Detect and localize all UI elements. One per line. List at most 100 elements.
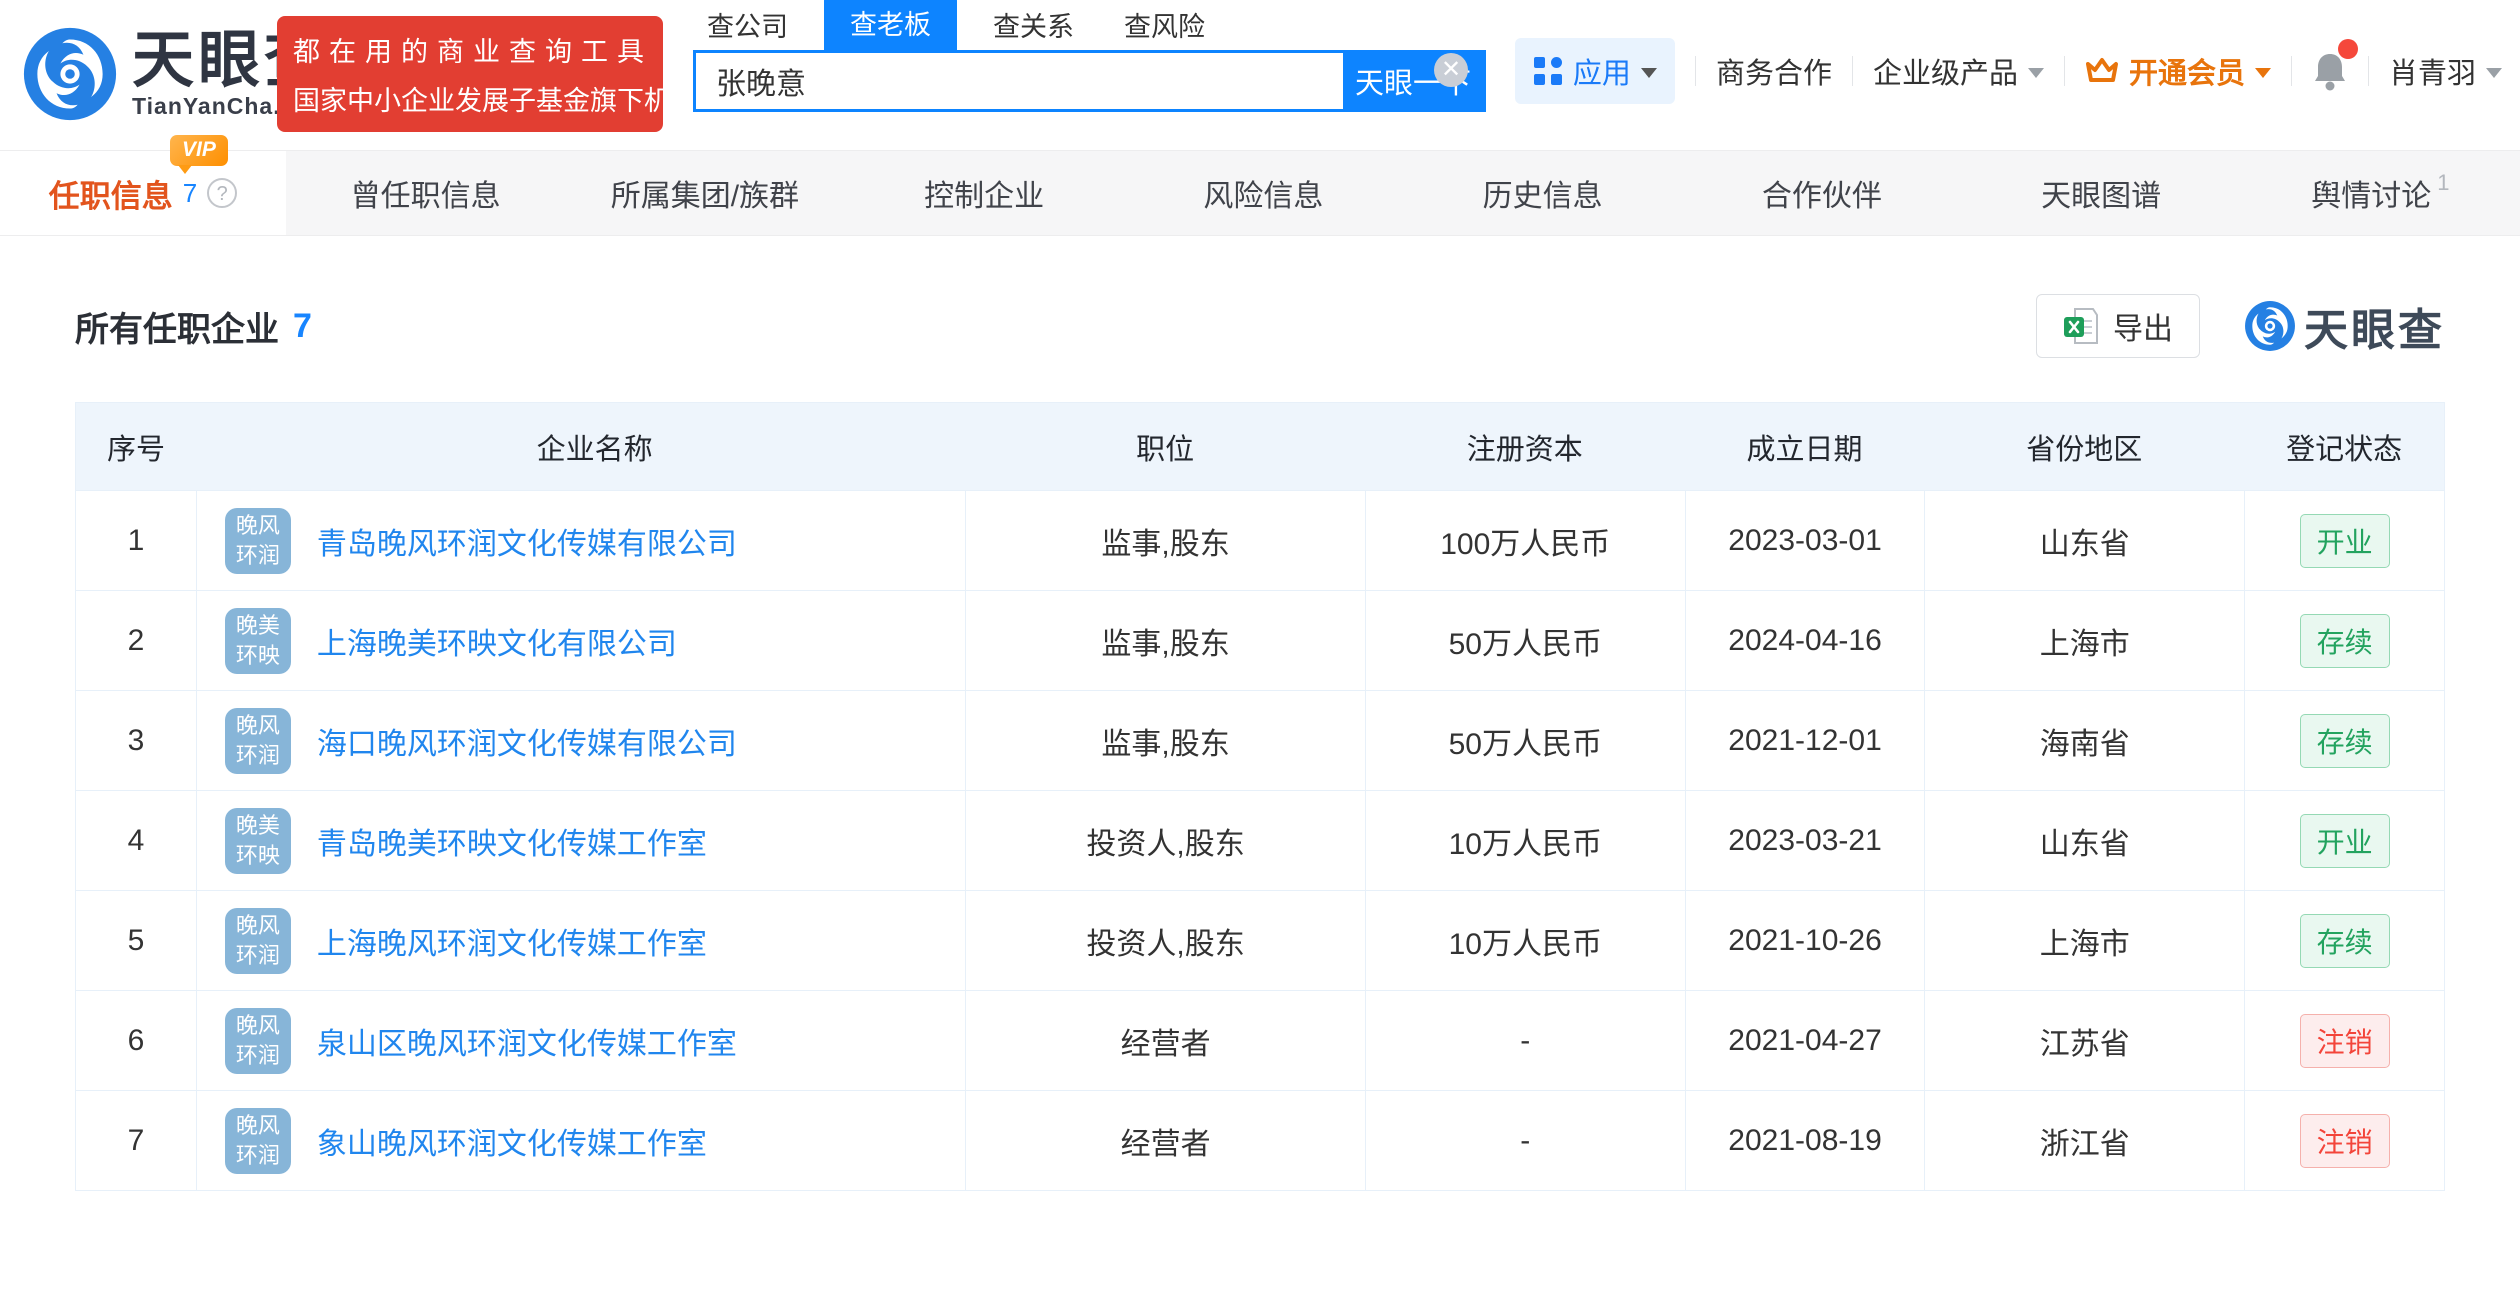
main-content: 所有任职企业 7 导出 天眼查 序号 企业名称 职位 注册资本 成立日期 省份地… xyxy=(0,294,2520,1191)
company-link[interactable]: 象山晚风环润文化传媒工作室 xyxy=(317,1119,707,1163)
position-cell: 监事,股东 xyxy=(965,691,1365,790)
search-input[interactable]: 张晚意 xyxy=(696,53,1343,109)
company-link[interactable]: 青岛晚美环映文化传媒工作室 xyxy=(317,819,707,863)
tab-employment-info-active[interactable]: VIP 任职信息 7 ? xyxy=(0,135,286,235)
tab-public-opinion[interactable]: 舆情讨论 1 xyxy=(2241,151,2520,235)
col-capital: 注册资本 xyxy=(1466,433,1583,466)
search-tab-relation[interactable]: 查关系 xyxy=(979,0,1088,50)
tab-group[interactable]: 所属集团/族群 xyxy=(565,151,844,235)
region-cell: 上海市 xyxy=(1924,891,2244,990)
region-cell: 浙江省 xyxy=(1924,1091,2244,1190)
row-index: 6 xyxy=(127,1023,145,1057)
status-badge: 存续 xyxy=(2299,913,2390,968)
status-badge: 开业 xyxy=(2299,813,2390,868)
user-menu[interactable]: 肖青羽 xyxy=(2389,50,2502,92)
search-tab-boss[interactable]: 查老板 xyxy=(824,0,957,50)
row-index: 1 xyxy=(127,523,145,557)
page-title: 所有任职企业 xyxy=(75,310,279,349)
table-row: 7 晚风 环润 象山晚风环润文化传媒工作室 经营者 - 2021-08-19 浙… xyxy=(76,1090,2444,1190)
company-link[interactable]: 青岛晚风环润文化传媒有限公司 xyxy=(317,519,737,563)
notifications-button[interactable] xyxy=(2312,39,2358,91)
capital-cell: - xyxy=(1364,1091,1685,1190)
companies-table: 序号 企业名称 职位 注册资本 成立日期 省份地区 登记状态 1 晚风 环润 青… xyxy=(75,402,2445,1191)
tab-history-info[interactable]: 历史信息 xyxy=(1403,151,1682,235)
chevron-down-icon xyxy=(1640,68,1657,78)
company-link[interactable]: 上海晚风环润文化传媒工作室 xyxy=(317,919,707,963)
company-link[interactable]: 泉山区晚风环润文化传媒工作室 xyxy=(317,1019,737,1063)
company-link[interactable]: 上海晚美环映文化有限公司 xyxy=(317,619,677,663)
company-link[interactable]: 海口晚风环润文化传媒有限公司 xyxy=(317,719,737,763)
position-cell: 投资人,股东 xyxy=(965,791,1365,890)
status-badge: 注销 xyxy=(2299,1013,2390,1068)
chevron-down-icon xyxy=(2254,68,2271,78)
tab-graph[interactable]: 天眼图谱 xyxy=(1962,151,2241,235)
table-row: 3 晚风 环润 海口晚风环润文化传媒有限公司 监事,股东 50万人民币 2021… xyxy=(76,690,2444,790)
table-row: 5 晚风 环润 上海晚风环润文化传媒工作室 投资人,股东 10万人民币 2021… xyxy=(76,890,2444,990)
row-index: 5 xyxy=(127,923,145,957)
row-index: 3 xyxy=(127,723,145,757)
col-region: 省份地区 xyxy=(2026,433,2143,466)
col-date: 成立日期 xyxy=(1746,433,1863,466)
content-header: 所有任职企业 7 导出 天眼查 xyxy=(75,294,2445,358)
tianyancha-logo-icon xyxy=(23,27,117,121)
capital-cell: 50万人民币 xyxy=(1364,591,1685,690)
row-index: 7 xyxy=(127,1123,145,1157)
search-area: 查公司 查老板 查关系 查风险 张晚意 ✕ 天眼一下 xyxy=(693,0,1486,112)
search-tab-company[interactable]: 查公司 xyxy=(693,0,802,50)
position-cell: 监事,股东 xyxy=(965,491,1365,590)
tab-past-employment[interactable]: 曾任职信息 xyxy=(286,151,565,235)
capital-cell: 100万人民币 xyxy=(1364,491,1685,590)
region-cell: 海南省 xyxy=(1924,691,2244,790)
business-cooperation-link[interactable]: 商务合作 xyxy=(1716,50,1832,92)
excel-file-icon xyxy=(2064,308,2098,344)
table-body: 1 晚风 环润 青岛晚风环润文化传媒有限公司 监事,股东 100万人民币 202… xyxy=(76,490,2444,1190)
region-cell: 上海市 xyxy=(1924,591,2244,690)
region-cell: 山东省 xyxy=(1924,491,2244,590)
company-avatar: 晚美 环映 xyxy=(224,807,291,874)
status-badge: 注销 xyxy=(2299,1113,2390,1168)
watermark-logo: 天眼查 xyxy=(2244,294,2445,358)
status-badge: 开业 xyxy=(2299,513,2390,568)
region-cell: 江苏省 xyxy=(1924,991,2244,1090)
date-cell: 2021-12-01 xyxy=(1684,691,1925,790)
clear-search-icon[interactable]: ✕ xyxy=(1434,53,1468,87)
apps-menu-button[interactable]: 应用 xyxy=(1514,38,1675,104)
col-index: 序号 xyxy=(106,433,165,466)
date-cell: 2021-10-26 xyxy=(1684,891,1925,990)
top-header: 天眼查 TianYanCha.com 都在用的商业查询工具 国家中小企业发展子基… xyxy=(0,0,2520,150)
chevron-down-icon xyxy=(2486,68,2502,78)
capital-cell: 50万人民币 xyxy=(1364,691,1685,790)
employment-count: 7 xyxy=(182,177,198,208)
chevron-down-icon xyxy=(2027,68,2044,78)
status-badge: 存续 xyxy=(2299,713,2390,768)
col-position: 职位 xyxy=(1136,433,1195,466)
date-cell: 2021-04-27 xyxy=(1684,991,1925,1090)
divider xyxy=(1694,56,1696,86)
divider xyxy=(1851,56,1853,86)
position-cell: 经营者 xyxy=(965,1091,1365,1190)
enterprise-products-menu[interactable]: 企业级产品 xyxy=(1873,50,2044,92)
watermark-text: 天眼查 xyxy=(2304,306,2445,355)
open-vip-button[interactable]: 开通会员 xyxy=(2085,50,2271,92)
tab-partners[interactable]: 合作伙伴 xyxy=(1682,151,1961,235)
tab-risk-info[interactable]: 风险信息 xyxy=(1124,151,1403,235)
header-menu: 应用 商务合作 企业级产品 开通会员 肖青羽 xyxy=(1514,38,2502,104)
search-tab-risk[interactable]: 查风险 xyxy=(1110,0,1219,50)
export-button[interactable]: 导出 xyxy=(2036,294,2200,358)
company-avatar: 晚风 环润 xyxy=(224,907,291,974)
tab-controlled-companies[interactable]: 控制企业 xyxy=(845,151,1124,235)
company-avatar: 晚风 环润 xyxy=(224,707,291,774)
table-header: 序号 企业名称 职位 注册资本 成立日期 省份地区 登记状态 xyxy=(76,403,2444,490)
company-avatar: 晚风 环润 xyxy=(224,1007,291,1074)
companies-count: 7 xyxy=(293,306,312,345)
search-tabs: 查公司 查老板 查关系 查风险 xyxy=(693,0,1486,50)
company-avatar: 晚风 环润 xyxy=(224,1107,291,1174)
capital-cell: 10万人民币 xyxy=(1364,791,1685,890)
table-row: 2 晚美 环映 上海晚美环映文化有限公司 监事,股东 50万人民币 2024-0… xyxy=(76,590,2444,690)
capital-cell: 10万人民币 xyxy=(1364,891,1685,990)
col-company: 企业名称 xyxy=(536,433,653,466)
opinion-count: 1 xyxy=(2437,170,2450,195)
tianyancha-logo-icon xyxy=(2245,301,2295,351)
table-row: 4 晚美 环映 青岛晚美环映文化传媒工作室 投资人,股东 10万人民币 2023… xyxy=(76,790,2444,890)
question-circle-icon[interactable]: ? xyxy=(207,178,238,208)
